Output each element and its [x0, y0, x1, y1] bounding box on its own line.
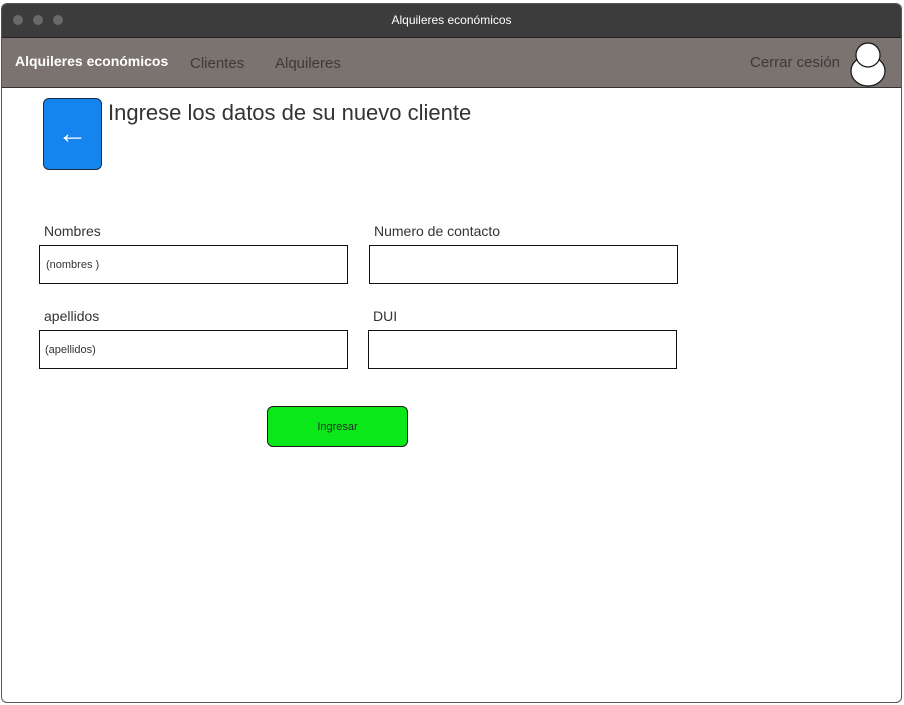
logout-link[interactable]: Cerrar cesión: [750, 54, 840, 71]
page-title: Ingrese los datos de su nuevo cliente: [108, 100, 472, 125]
window-title: Alquileres económicos: [391, 13, 512, 27]
navbar-brand[interactable]: Alquileres económicos: [15, 53, 168, 69]
window-titlebar: Alquileres económicos: [2, 4, 901, 37]
nav-link-clientes[interactable]: Clientes: [190, 55, 244, 72]
apellidos-input[interactable]: [39, 330, 348, 369]
dui-input[interactable]: [368, 330, 677, 369]
apellidos-label: apellidos: [44, 308, 100, 324]
ingresar-button[interactable]: Ingresar: [267, 406, 408, 447]
numero-contacto-input[interactable]: [369, 245, 678, 284]
numero-contacto-label: Numero de contacto: [374, 223, 501, 239]
nombres-label: Nombres: [44, 223, 101, 239]
app-window: Alquileres económicos Alquileres económi…: [1, 3, 902, 703]
nav-link-alquileres[interactable]: Alquileres: [275, 55, 341, 72]
nombres-input[interactable]: [39, 245, 348, 284]
dui-label: DUI: [373, 308, 398, 324]
user-avatar-icon[interactable]: [850, 41, 886, 87]
top-navbar: Alquileres económicos Clientes Alquilere…: [2, 37, 901, 88]
arrow-left-icon: ←: [57, 117, 88, 150]
back-button[interactable]: ←: [43, 98, 102, 170]
